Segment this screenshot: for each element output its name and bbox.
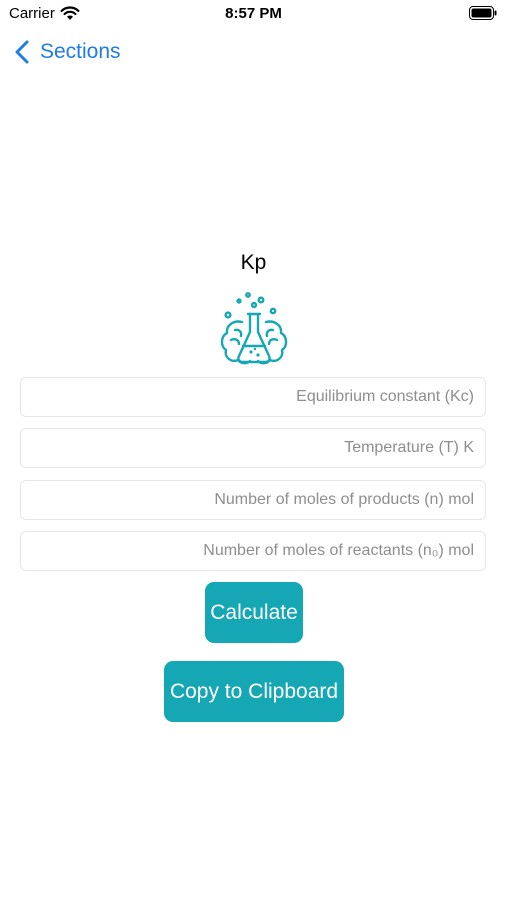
- kc-input[interactable]: [20, 377, 486, 417]
- status-bar: Carrier 8:57 PM: [0, 0, 507, 28]
- copy-to-clipboard-button[interactable]: Copy to Clipboard: [164, 661, 344, 722]
- chevron-left-icon: [15, 40, 29, 64]
- flask-brain-icon: [220, 292, 288, 365]
- reactants-moles-input[interactable]: [20, 531, 486, 571]
- back-label: Sections: [40, 40, 121, 63]
- battery-icon: [469, 6, 497, 20]
- calculate-button[interactable]: Calculate: [205, 582, 303, 643]
- back-button[interactable]: Sections: [14, 39, 121, 65]
- temperature-input[interactable]: [20, 428, 486, 468]
- page-title: Kp: [240, 251, 267, 274]
- status-time: 8:57 PM: [225, 5, 282, 22]
- products-moles-input[interactable]: [20, 480, 486, 520]
